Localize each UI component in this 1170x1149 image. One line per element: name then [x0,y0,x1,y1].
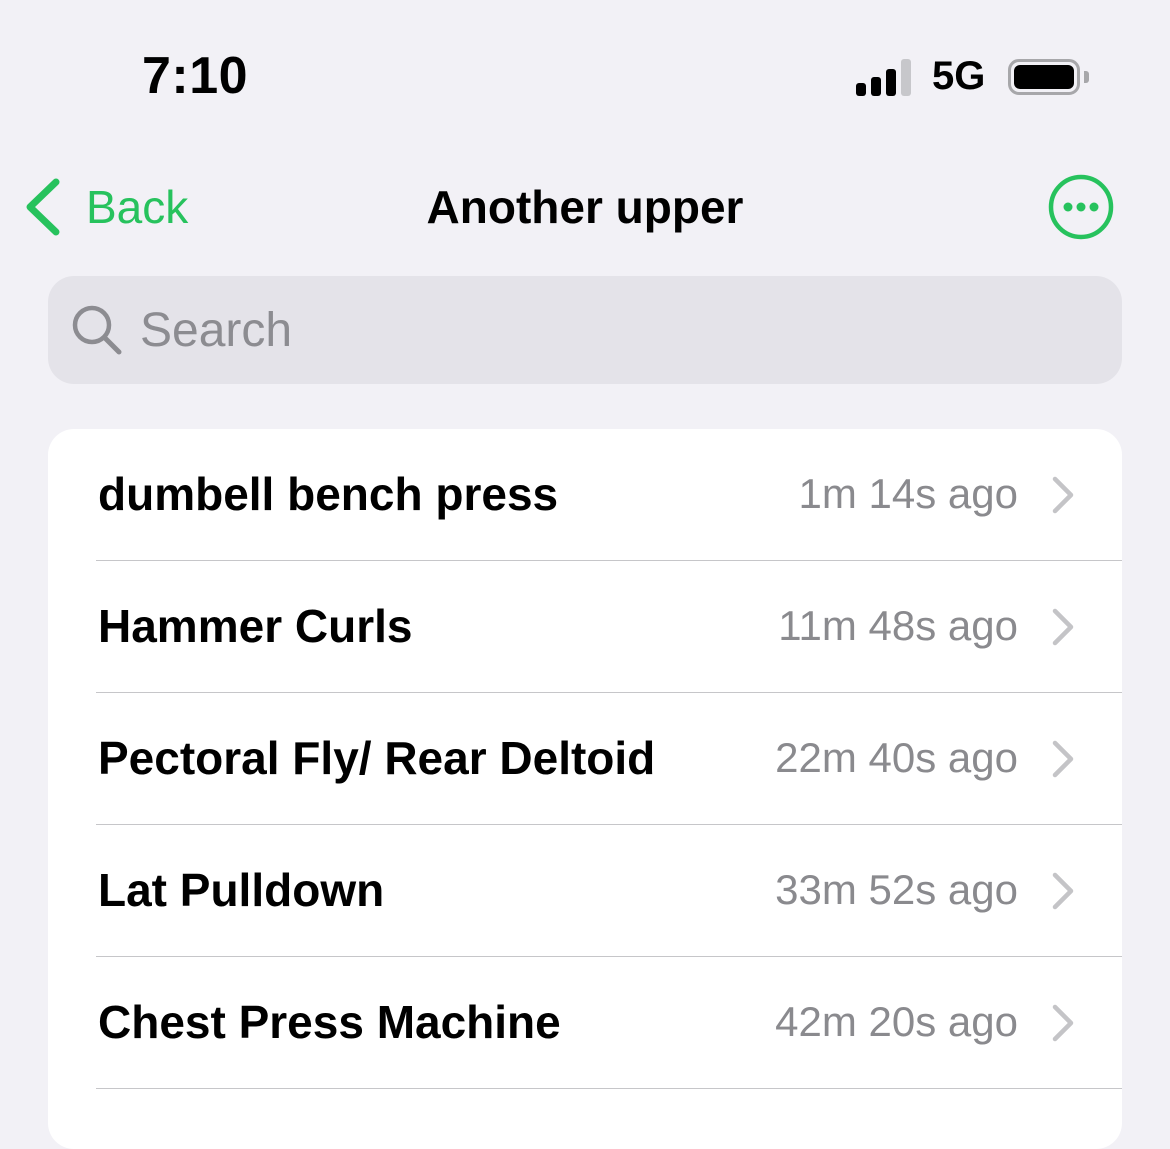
chevron-right-icon [1052,1004,1074,1042]
exercise-time: 42m 20s ago [775,998,1018,1045]
exercise-name: Pectoral Fly/ Rear Deltoid [98,732,656,784]
exercise-list: dumbell bench press 1m 14s ago Hammer Cu… [48,429,1122,1149]
status-bar: 7:10 5G [0,0,1170,150]
exercise-time: 1m 14s ago [798,470,1018,517]
chevron-right-icon [1052,608,1074,646]
list-item[interactable]: Hammer Curls 11m 48s ago [48,561,1122,693]
chevron-right-icon [1052,740,1074,778]
exercise-name: dumbell bench press [98,468,559,520]
battery-icon [1008,59,1080,95]
search-bar[interactable] [48,276,1122,384]
exercise-name: Chest Press Machine [98,996,561,1048]
exercise-time: 33m 52s ago [775,866,1018,913]
page-title: Another upper [426,181,744,233]
exercise-name: Hammer Curls [98,600,413,652]
status-time: 7:10 [142,47,249,105]
chevron-right-icon [1052,872,1074,910]
chevron-right-icon [1052,476,1074,514]
signal-bar [886,69,896,96]
cellular-signal-icon [856,58,916,96]
list-item[interactable]: Chest Press Machine 42m 20s ago [48,957,1122,1089]
exercise-time: 22m 40s ago [775,734,1018,781]
ellipsis-circle-icon [1048,174,1114,240]
more-options-button[interactable] [1048,174,1114,240]
search-input[interactable] [140,302,1040,358]
battery-tip [1084,71,1089,83]
list-item[interactable]: Lat Pulldown 33m 52s ago [48,825,1122,957]
network-type: 5G [932,54,986,98]
search-icon [72,305,122,355]
signal-bar [871,77,881,96]
list-item[interactable]: dumbell bench press 1m 14s ago [48,429,1122,561]
list-item[interactable]: Pectoral Fly/ Rear Deltoid 22m 40s ago [48,693,1122,825]
exercise-name: Lat Pulldown [98,864,385,916]
signal-bar [856,83,866,96]
exercise-time: 11m 48s ago [778,602,1018,649]
battery-level [1014,65,1074,89]
signal-bar [901,59,911,96]
